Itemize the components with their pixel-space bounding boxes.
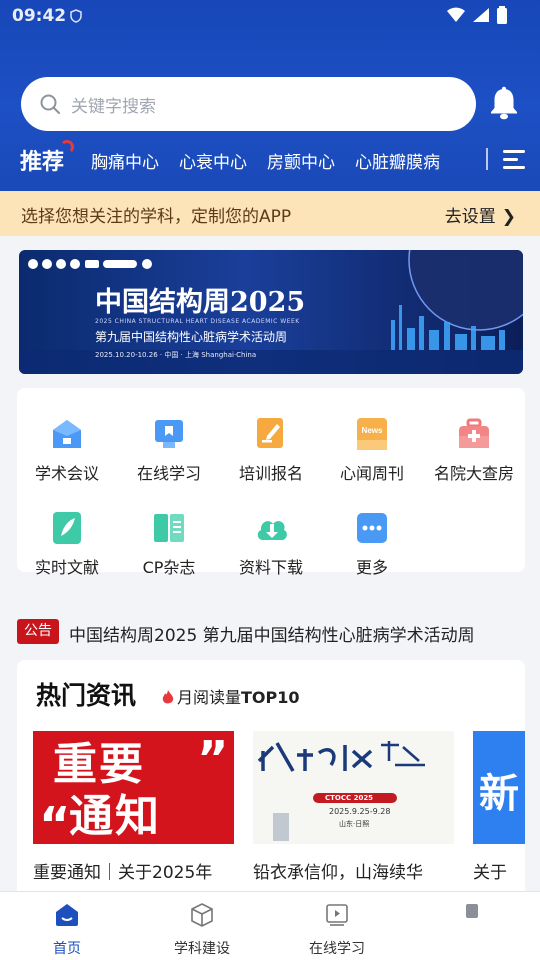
grid-label: 实时文献 [34, 558, 99, 577]
news-card[interactable]: 重要 通知 ” “ 重要通知｜关于2025年 [33, 731, 234, 883]
tab-discipline[interactable]: 学科建设 [157, 902, 247, 958]
battery-icon [497, 6, 507, 24]
status-bar: 09:42 [0, 0, 540, 34]
announcement-text: 中国结构周2025 第九届中国结构性心脏病学术活动周 [69, 626, 475, 646]
news-card-image: 重要 通知 ” “ [33, 731, 234, 844]
grid-label: 资料下载 [238, 558, 303, 577]
monitor-icon [153, 418, 185, 450]
grid-item-hospital-rounds[interactable]: 名院大查房 [424, 418, 524, 484]
prompt-message: 选择您想关注的学科，定制您的APP [21, 207, 292, 227]
category-list: 胸痛中心 心衰中心 房颤中心 心脏瓣膜病 [91, 148, 487, 178]
news-image-text: CTOCC 2025 [325, 794, 374, 802]
news-image-text: 2025.9.25-9.28 [329, 807, 391, 816]
hot-news-section: 热门资讯 月阅读量TOP10 重要 通知 ” “ 重要通知｜关于2025年 CT… [17, 660, 525, 900]
grid-item-online-learning[interactable]: 在线学习 [119, 418, 219, 484]
news-icon: News [356, 418, 388, 450]
grid-label: 更多 [355, 558, 388, 577]
home-icon [56, 904, 78, 926]
news-image-text: 通知 [69, 791, 161, 842]
hot-news-top10: TOP10 [241, 688, 300, 707]
news-card-image: CTOCC 2025 2025.9.25-9.28 山东·日照 [253, 731, 454, 844]
news-card[interactable]: 新 关于 [473, 731, 525, 883]
cloud-download-icon [255, 512, 287, 544]
category-item[interactable]: 胸痛中心 [91, 153, 159, 173]
tab-label: 首页 [53, 941, 81, 957]
grid-item-cp-journal[interactable]: CP杂志 [119, 512, 219, 578]
tab-recommend[interactable]: 推荐 [20, 144, 64, 176]
hot-news-subtitle: 月阅读量TOP10 [162, 684, 300, 708]
wifi-icon [447, 7, 465, 22]
prompt-settings-link[interactable]: 去设置 ❯ [445, 202, 516, 227]
banner-title: 中国结构周2025 [95, 287, 306, 318]
tab-home[interactable]: 首页 [22, 902, 112, 958]
category-item[interactable]: 房颤中心 [267, 153, 335, 173]
status-icons [446, 6, 508, 24]
grid-label: 培训报名 [238, 464, 303, 483]
grid-item-weekly-news[interactable]: News 心闻周刊 [322, 418, 422, 484]
open-book-icon [153, 512, 185, 544]
category-menu-icon[interactable] [503, 150, 525, 170]
hot-news-title: 热门资讯 [36, 681, 137, 710]
signal-icon [473, 8, 489, 22]
grid-item-more[interactable]: 更多 [322, 512, 422, 578]
news-card-caption: 铅衣承信仰，山海续华 [253, 863, 423, 883]
search-bar[interactable]: 关键字搜索 [21, 77, 476, 131]
news-card-caption: 重要通知｜关于2025年 [33, 863, 213, 883]
floating-tab-icon[interactable] [466, 904, 478, 918]
fire-icon [162, 690, 174, 704]
banner-subtitle-en: 2025 CHINA STRUCTURAL HEART DISEASE ACAD… [95, 318, 300, 325]
news-card[interactable]: CTOCC 2025 2025.9.25-9.28 山东·日照 铅衣承信仰，山海… [253, 731, 454, 883]
grid-label: 学术会议 [34, 464, 99, 483]
grid-label: 心闻周刊 [339, 464, 404, 483]
grid-label: 在线学习 [136, 464, 201, 483]
grid-item-training-signup[interactable]: 培训报名 [221, 418, 321, 484]
news-image-text: 重要 [53, 739, 145, 790]
bottom-tab-bar: 首页 学科建设 在线学习 [0, 891, 540, 960]
category-item[interactable]: 心脏瓣膜病 [355, 153, 440, 173]
search-icon [40, 94, 60, 114]
announcement-bar[interactable]: 公告 中国结构周2025 第九届中国结构性心脏病学术活动周 [17, 618, 527, 646]
grid-item-live-literature[interactable]: 实时文献 [17, 512, 117, 578]
news-card-image: 新 [473, 731, 525, 844]
grid-label: CP杂志 [142, 558, 196, 577]
shield-icon [70, 9, 82, 27]
grid-item-downloads[interactable]: 资料下载 [221, 512, 321, 578]
grid-label: 名院大查房 [433, 464, 514, 483]
graduation-cap-icon [51, 418, 83, 450]
news-card-caption: 关于 [473, 863, 507, 883]
tab-online-learning[interactable]: 在线学习 [292, 902, 382, 958]
medical-kit-icon [458, 418, 490, 450]
cube-icon [191, 903, 213, 927]
quote-mark-icon: ” [197, 731, 229, 787]
tab-label: 在线学习 [309, 941, 365, 957]
feather-doc-icon [51, 512, 83, 544]
category-item[interactable]: 心衰中心 [179, 153, 247, 173]
hot-news-subtitle-text: 月阅读量 [177, 688, 242, 707]
announcement-tag: 公告 [17, 619, 59, 644]
event-banner[interactable]: 中国结构周2025 2025 CHINA STRUCTURAL HEART DI… [19, 250, 523, 374]
category-nav: 推荐 胸痛中心 心衰中心 房颤中心 心脏瓣膜病 [0, 140, 540, 184]
svg-text:News: News [362, 426, 383, 435]
recommend-indicator [60, 140, 74, 154]
customize-prompt[interactable]: 选择您想关注的学科，定制您的APP 去设置 ❯ [0, 191, 540, 236]
status-time: 09:42 [12, 6, 67, 26]
more-dots-icon [356, 512, 388, 544]
category-divider [486, 148, 488, 170]
video-icon [326, 904, 348, 926]
chevron-right-icon: ❯ [501, 207, 516, 227]
news-image-glyph: 新 [479, 771, 519, 817]
search-placeholder: 关键字搜索 [71, 96, 156, 117]
tab-label: 学科建设 [174, 941, 230, 957]
prompt-action-label: 去设置 [444, 207, 496, 227]
quote-mark-icon: “ [39, 797, 71, 844]
banner-date: 2025.10.20-10.26 · 中国 · 上海 Shanghai·Chin… [95, 351, 257, 359]
banner-subtitle-cn: 第九届中国结构性心脏病学术活动周 [95, 330, 288, 344]
grid-item-academic-conference[interactable]: 学术会议 [17, 418, 117, 484]
news-image-text: 山东·日照 [339, 820, 370, 828]
bell-icon[interactable] [488, 86, 520, 120]
pencil-note-icon [255, 418, 287, 450]
feature-grid: 学术会议 在线学习 培训报名 News 心闻周刊 名院大查房 实时文献 CP杂志… [17, 388, 525, 577]
